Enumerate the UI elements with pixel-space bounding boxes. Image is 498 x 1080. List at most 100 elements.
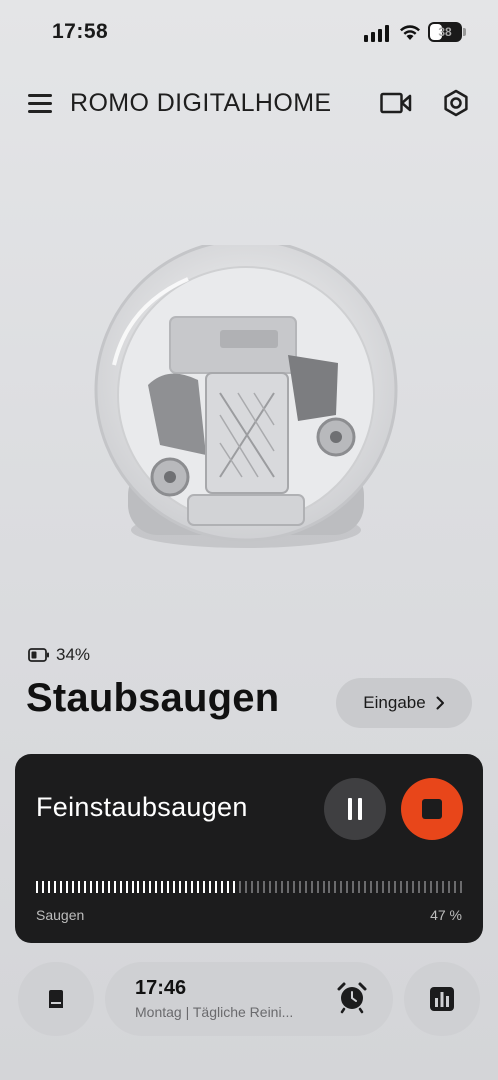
progress-tick [394,881,397,893]
progress-tick [274,881,277,893]
progress-ticks [36,881,462,895]
progress-tick [352,881,355,893]
signal-icon [364,24,389,42]
chevron-right-icon [436,696,444,710]
cleaning-status-card: Feinstaubsaugen Saugen 47 % [15,754,483,943]
progress-tick [340,881,343,893]
schedule-subtitle: Montag | Tägliche Reini... [135,1004,294,1020]
progress-tick [412,881,415,893]
progress-tick [107,881,110,893]
bar-chart-icon [430,987,454,1011]
hexagon-settings-icon[interactable] [442,89,470,117]
progress-tick [435,881,438,893]
progress-tick [36,881,38,893]
progress-tick [256,881,259,893]
progress-tick [167,881,170,893]
progress-tick [382,881,385,893]
progress-tick [244,881,247,893]
schedule-time: 17:46 [135,977,187,999]
progress-tick [179,881,182,893]
progress-tick [364,881,367,893]
progress-tick [161,881,164,893]
progress-tick [95,881,98,893]
video-camera-icon[interactable] [380,92,412,114]
progress-tick [232,881,235,893]
progress-tick [250,881,253,893]
battery-status-level: 38 [438,25,452,39]
progress-tick [89,881,92,893]
progress-tick [429,881,432,893]
progress-tick [65,881,68,893]
progress-tick [83,881,86,893]
progress-tick [298,881,301,893]
app-header: ROMO DIGITALHOME [0,80,498,126]
battery-icon [28,648,49,662]
wifi-icon [400,25,420,40]
progress-tick [185,881,188,893]
progress-tick [173,881,176,893]
progress-tick [292,881,295,893]
progress-tick [155,881,158,893]
progress-tick [280,881,283,893]
progress-tick [286,881,289,893]
alarm-clock-icon[interactable] [335,980,369,1014]
progress-tick [59,881,62,893]
progress-tick [101,881,104,893]
progress-tick [125,881,128,893]
progress-tick [47,881,50,893]
progress-tick [221,881,224,893]
progress-tick [316,881,319,893]
battery-status-icon: 38 [428,22,462,42]
progress-tick [227,881,229,893]
mode-title: Staubsaugen [26,676,280,720]
battery-percent: 34% [56,645,91,664]
progress-tick [418,881,420,893]
progress-tick [322,881,325,893]
progress-tick [441,881,444,893]
progress-tick [191,881,194,893]
cleaning-mode: Feinstaubsaugen [36,792,248,822]
progress-label: Saugen [36,907,85,923]
progress-tick [209,881,212,893]
progress-tick [304,881,307,893]
progress-tick [370,881,373,893]
hamburger-menu-icon[interactable] [28,94,54,114]
schedule-widget[interactable]: 17:46 Montag | Tägliche Reini... [105,962,393,1036]
progress-tick [197,881,200,893]
progress-tick [143,881,146,893]
progress-tick [423,881,426,893]
progress-tick [262,881,265,893]
stop-button[interactable] [401,778,463,840]
progress-tick [447,881,450,893]
status-bar: 17:58 38 [0,0,498,64]
progress-tick [334,881,337,893]
statistics-button[interactable] [404,962,480,1036]
progress-percent: 47 % [430,907,462,923]
progress-tick [346,881,349,893]
stop-icon [422,799,442,819]
progress-tick [215,881,218,893]
progress-tick [41,881,44,893]
progress-tick [406,881,409,893]
dock-button[interactable] [18,962,94,1036]
robot-vacuum-image [94,245,398,548]
progress-tick [376,881,379,893]
progress-tick [137,881,140,893]
pause-icon [348,798,352,820]
progress-tick [119,881,122,893]
progress-tick [310,881,313,893]
progress-tick [268,881,271,893]
progress-tick [203,881,206,893]
input-button-label: Eingabe [363,693,426,712]
device-battery: 34% [28,645,90,665]
input-button[interactable]: Eingabe [336,678,472,728]
progress-tick [400,881,403,893]
progress-tick [53,881,56,893]
pause-button[interactable] [324,778,386,840]
progress-tick [358,881,361,893]
progress-tick [77,881,80,893]
brand-title: ROMO DIGITALHOME [70,89,332,117]
progress-tick [71,881,74,893]
progress-tick [113,881,116,893]
status-time: 17:58 [52,20,109,43]
